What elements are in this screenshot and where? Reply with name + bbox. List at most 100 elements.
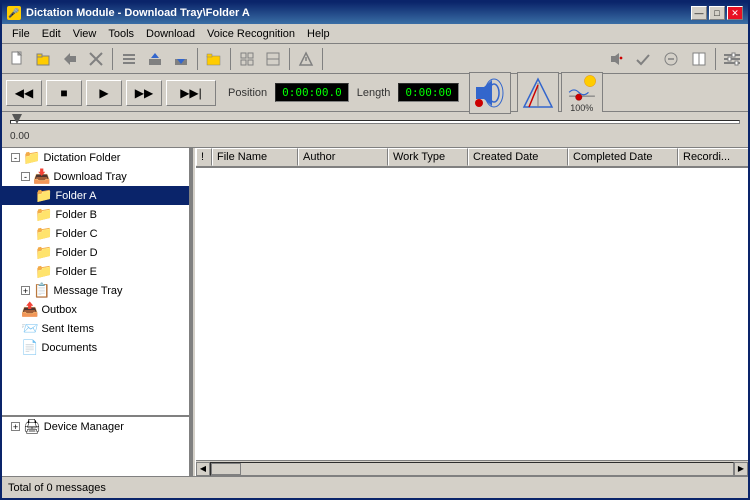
documents-label: Documents bbox=[41, 342, 97, 354]
stop-button[interactable]: ■ bbox=[46, 80, 82, 106]
play-button[interactable]: ▶ bbox=[86, 80, 122, 106]
tree-item-folder-a[interactable]: 📁 Folder A bbox=[2, 186, 189, 205]
speaker-mute-button[interactable] bbox=[603, 47, 627, 71]
book-button[interactable] bbox=[687, 47, 711, 71]
col-filename[interactable]: File Name bbox=[212, 148, 298, 166]
check-button[interactable] bbox=[631, 47, 655, 71]
tree-item-documents[interactable]: 📄 Documents bbox=[2, 338, 189, 357]
back-button[interactable] bbox=[58, 47, 82, 71]
folder-a-label: Folder A bbox=[55, 190, 96, 202]
export-button[interactable] bbox=[143, 47, 167, 71]
outbox-label: Outbox bbox=[41, 304, 76, 316]
expand-device[interactable]: + bbox=[11, 422, 20, 431]
rewind-button[interactable]: ◀◀ bbox=[6, 80, 42, 106]
folder-e-label: Folder E bbox=[55, 266, 97, 278]
options-button[interactable] bbox=[261, 47, 285, 71]
elapsed-time: 0.00 bbox=[10, 131, 29, 142]
arrow-button[interactable] bbox=[294, 47, 318, 71]
col-author[interactable]: Author bbox=[298, 148, 388, 166]
sent-items-label: Sent Items bbox=[41, 323, 94, 335]
grid-button[interactable] bbox=[235, 47, 259, 71]
expand-dictation[interactable]: - bbox=[11, 153, 20, 162]
folder-c-icon: 📁 bbox=[35, 225, 52, 242]
dictation-folder-label: Dictation Folder bbox=[43, 152, 120, 164]
settings-slider-button[interactable] bbox=[720, 47, 744, 71]
expand-download[interactable]: - bbox=[21, 172, 30, 181]
expand-message[interactable]: + bbox=[21, 286, 30, 295]
main-content: - 📁 Dictation Folder - 📥 Download Tray 📁… bbox=[2, 148, 748, 476]
maximize-button[interactable]: □ bbox=[709, 6, 725, 20]
tree-item-dictation-folder[interactable]: - 📁 Dictation Folder bbox=[2, 148, 189, 167]
col-recording[interactable]: Recordi... bbox=[678, 148, 748, 166]
col-worktype[interactable]: Work Type bbox=[388, 148, 468, 166]
menu-file[interactable]: File bbox=[6, 27, 36, 41]
length-label: Length bbox=[357, 87, 391, 99]
col-flag[interactable]: ! bbox=[196, 148, 212, 166]
percent-label: 100% bbox=[570, 103, 593, 113]
message-tray-icon: 📋 bbox=[33, 282, 50, 299]
tuner-widget bbox=[517, 72, 559, 114]
download-tray-icon: 📥 bbox=[33, 168, 50, 185]
delete-button[interactable] bbox=[84, 47, 108, 71]
tree-item-outbox[interactable]: 📤 Outbox bbox=[2, 300, 189, 319]
file-body bbox=[196, 168, 748, 460]
outbox-icon: 📤 bbox=[21, 301, 38, 318]
folder-d-label: Folder D bbox=[55, 247, 97, 259]
documents-icon: 📄 bbox=[21, 339, 38, 356]
toolbar-sep-2 bbox=[197, 48, 198, 70]
scroll-right[interactable]: ▶ bbox=[734, 462, 748, 476]
status-message: Total of 0 messages bbox=[8, 482, 106, 494]
statusbar: Total of 0 messages bbox=[2, 476, 748, 498]
position-group: Position 0:00:00.0 Length 0:00:00 bbox=[228, 83, 459, 102]
seek-bar[interactable] bbox=[10, 114, 740, 130]
folder-open-button[interactable] bbox=[202, 47, 226, 71]
tree-item-folder-d[interactable]: 📁 Folder D bbox=[2, 243, 189, 262]
seek-section: 0.00 bbox=[2, 112, 748, 148]
tree-item-folder-b[interactable]: 📁 Folder B bbox=[2, 205, 189, 224]
col-completed[interactable]: Completed Date bbox=[568, 148, 678, 166]
toolbar-sep-5 bbox=[322, 48, 323, 70]
menu-tools[interactable]: Tools bbox=[102, 27, 140, 41]
menu-edit[interactable]: Edit bbox=[36, 27, 67, 41]
tree-panel: - 📁 Dictation Folder - 📥 Download Tray 📁… bbox=[2, 148, 192, 476]
folder-b-icon: 📁 bbox=[35, 206, 52, 223]
toolbar-sep-1 bbox=[112, 48, 113, 70]
toolbar-sep-3 bbox=[230, 48, 231, 70]
file-panel: ! File Name Author Work Type Created Dat… bbox=[196, 148, 748, 476]
scroll-left[interactable]: ◀ bbox=[196, 462, 210, 476]
position-display: 0:00:00.0 bbox=[275, 83, 349, 102]
window-controls: — □ ✕ bbox=[691, 6, 743, 20]
import-button[interactable] bbox=[169, 47, 193, 71]
tree-item-device-manager[interactable]: + 🖨 Device Manager bbox=[2, 417, 189, 436]
tree-item-message-tray[interactable]: + 📋 Message Tray bbox=[2, 281, 189, 300]
menu-help[interactable]: Help bbox=[301, 27, 336, 41]
tree-item-folder-e[interactable]: 📁 Folder E bbox=[2, 262, 189, 281]
h-scrollbar[interactable]: ◀ ▶ bbox=[196, 460, 748, 476]
end-button[interactable]: ▶▶| bbox=[166, 80, 216, 106]
close-button[interactable]: ✕ bbox=[727, 6, 743, 20]
fastforward-button[interactable]: ▶▶ bbox=[126, 80, 162, 106]
title-text: Dictation Module - Download Tray\Folder … bbox=[26, 7, 250, 19]
message-tray-label: Message Tray bbox=[53, 285, 122, 297]
scroll-thumb[interactable] bbox=[211, 463, 241, 475]
col-created[interactable]: Created Date bbox=[468, 148, 568, 166]
tree-item-sent-items[interactable]: 📨 Sent Items bbox=[2, 319, 189, 338]
cancel-button[interactable] bbox=[659, 47, 683, 71]
toolbar-sep-6 bbox=[715, 48, 716, 70]
folder-b-label: Folder B bbox=[55, 209, 97, 221]
menu-view[interactable]: View bbox=[67, 27, 103, 41]
minimize-button[interactable]: — bbox=[691, 6, 707, 20]
toolbar bbox=[2, 44, 748, 74]
tree-item-download-tray[interactable]: - 📥 Download Tray bbox=[2, 167, 189, 186]
tree-item-folder-c[interactable]: 📁 Folder C bbox=[2, 224, 189, 243]
file-header: ! File Name Author Work Type Created Dat… bbox=[196, 148, 748, 168]
equalizer-widget: 100% bbox=[561, 72, 603, 114]
device-manager-label: Device Manager bbox=[44, 421, 124, 433]
scroll-track[interactable] bbox=[210, 462, 734, 476]
open-button[interactable] bbox=[32, 47, 56, 71]
folder-d-icon: 📁 bbox=[35, 244, 52, 261]
list-button[interactable] bbox=[117, 47, 141, 71]
menu-voice[interactable]: Voice Recognition bbox=[201, 27, 301, 41]
menu-download[interactable]: Download bbox=[140, 27, 201, 41]
new-button[interactable] bbox=[6, 47, 30, 71]
